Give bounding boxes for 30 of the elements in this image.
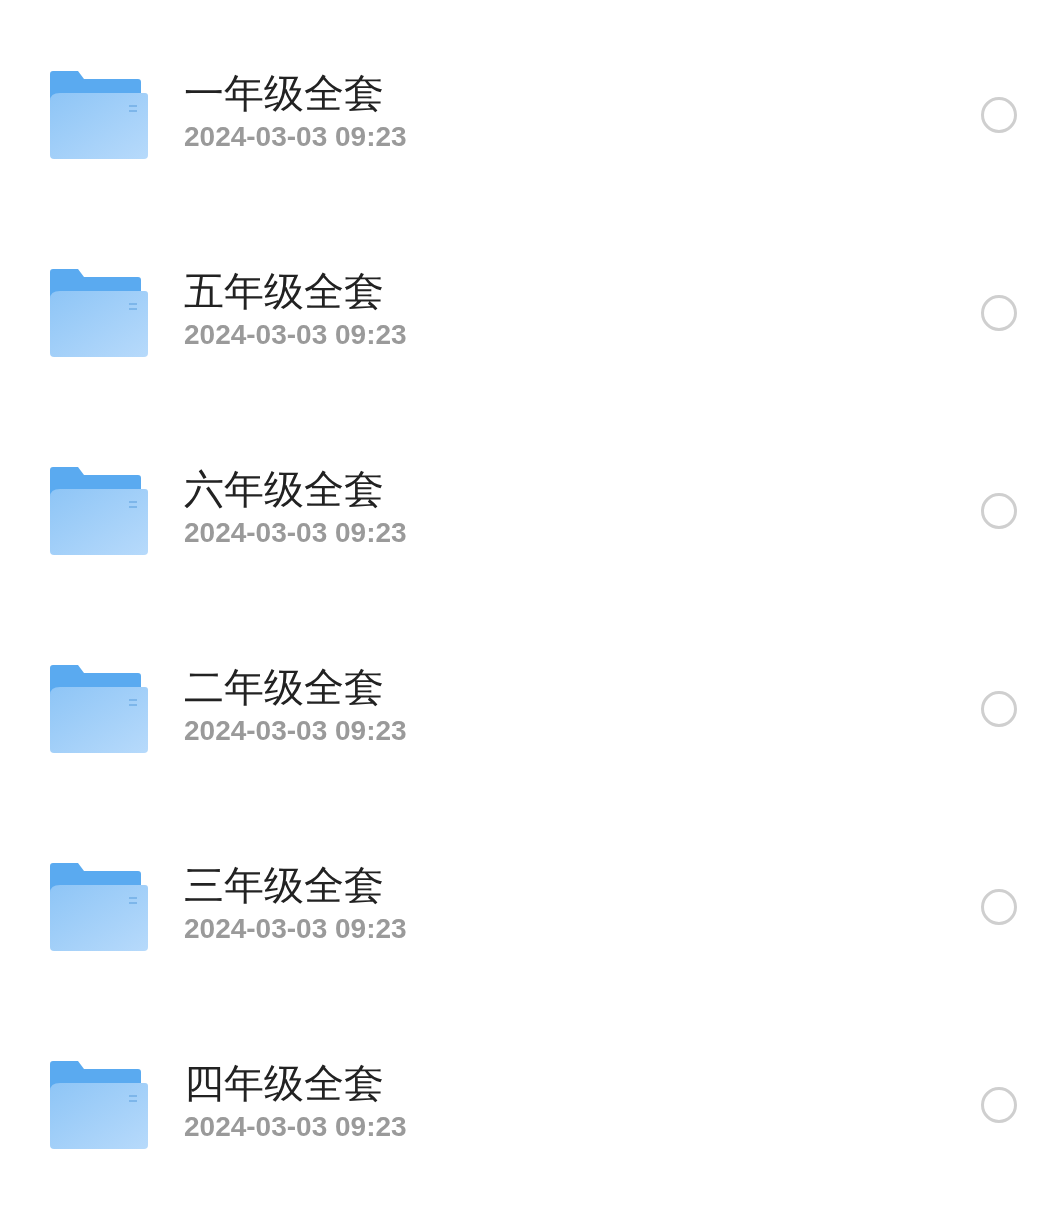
folder-row[interactable]: 二年级全套 2024-03-03 09:23: [0, 610, 1051, 808]
folder-name: 四年级全套: [184, 1059, 385, 1108]
folder-name: 五年级全套: [184, 267, 385, 316]
select-radio[interactable]: [981, 691, 1017, 727]
modified-time: 2024-03-03 09:23: [184, 516, 408, 550]
folder-icon: [50, 71, 148, 159]
modified-time: 2024-03-03 09:23: [184, 318, 408, 352]
folder-row[interactable]: 三年级全套 2024-03-03 09:23: [0, 808, 1051, 1006]
select-radio[interactable]: [981, 1087, 1017, 1123]
folder-row[interactable]: 一年级全套 2024-03-03 09:23: [0, 16, 1051, 214]
folder-name: 六年级全套: [184, 465, 385, 514]
select-radio[interactable]: [981, 97, 1017, 133]
folder-icon: [50, 665, 148, 753]
folder-row[interactable]: 六年级全套 2024-03-03 09:23: [0, 412, 1051, 610]
folder-icon: [50, 863, 148, 951]
folder-row[interactable]: 五年级全套 2024-03-03 09:23: [0, 214, 1051, 412]
select-radio[interactable]: [981, 295, 1017, 331]
select-radio[interactable]: [981, 493, 1017, 529]
modified-time: 2024-03-03 09:23: [184, 120, 408, 154]
folder-icon: [50, 269, 148, 357]
folder-row[interactable]: 四年级全套 2024-03-03 09:23: [0, 1006, 1051, 1204]
modified-time: 2024-03-03 09:23: [184, 714, 408, 748]
folder-name: 三年级全套: [184, 861, 385, 910]
folder-name: 二年级全套: [184, 663, 385, 712]
folder-icon: [50, 467, 148, 555]
modified-time: 2024-03-03 09:23: [184, 912, 408, 946]
modified-time: 2024-03-03 09:23: [184, 1110, 408, 1144]
select-radio[interactable]: [981, 889, 1017, 925]
folder-icon: [50, 1061, 148, 1149]
folder-name: 一年级全套: [184, 69, 385, 118]
